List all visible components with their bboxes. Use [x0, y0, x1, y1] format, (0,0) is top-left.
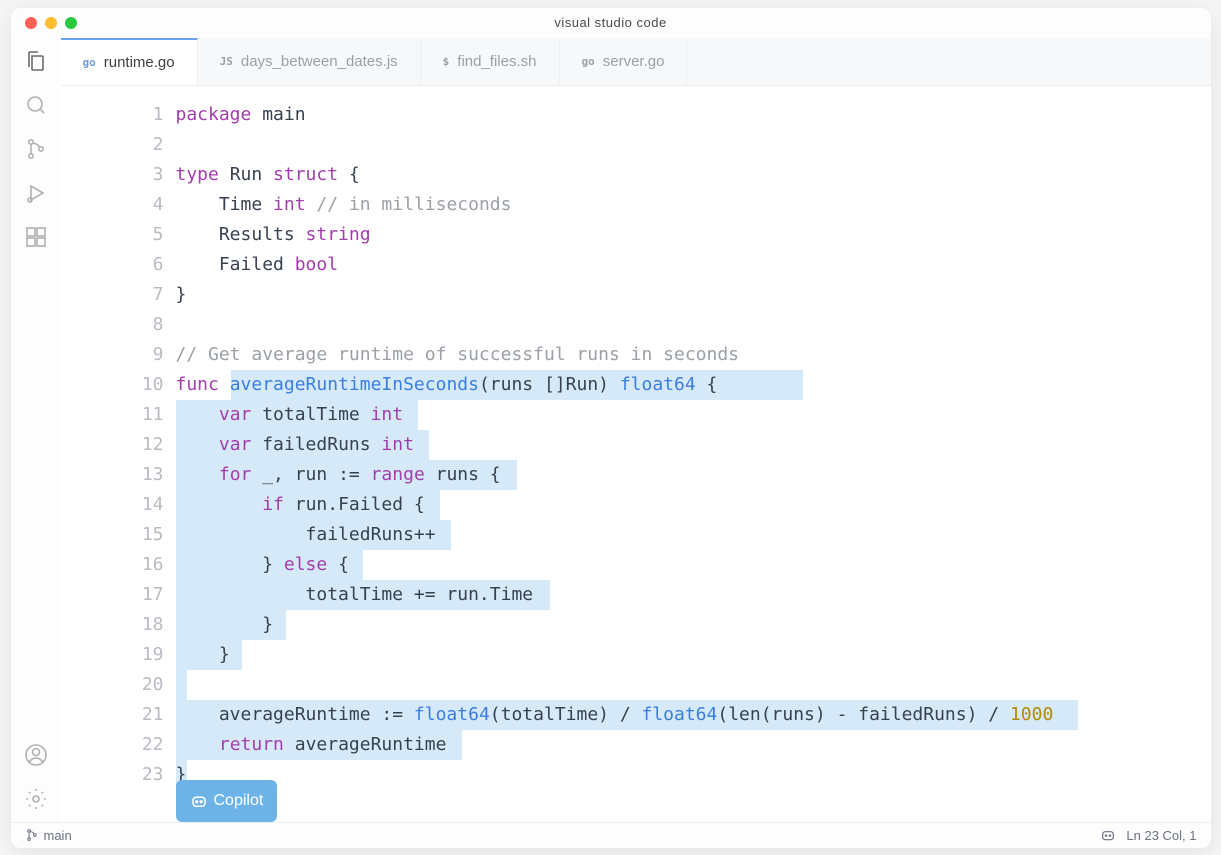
- code-line[interactable]: var failedRuns int: [176, 430, 1211, 460]
- code-line[interactable]: totalTime += run.Time: [176, 580, 1211, 610]
- tab-label: runtime.go: [104, 54, 175, 71]
- line-gutter: 1234567891011121314151617181920212223: [61, 100, 176, 822]
- line-number: 16: [61, 550, 164, 580]
- line-number: 23: [61, 760, 164, 790]
- line-number: 3: [61, 160, 164, 190]
- source-control-icon[interactable]: [23, 136, 49, 162]
- tab-bar: go runtime.go JS days_between_dates.js $ find…: [61, 38, 1211, 86]
- line-number: 14: [61, 490, 164, 520]
- branch-status[interactable]: main: [25, 828, 72, 843]
- code-line[interactable]: }: [176, 280, 1211, 310]
- line-number: 5: [61, 220, 164, 250]
- close-button[interactable]: [25, 17, 37, 29]
- code-line[interactable]: }: [176, 760, 1211, 790]
- copilot-suggestion-chip[interactable]: Copilot: [176, 780, 278, 822]
- tab-server-go[interactable]: go server.go: [560, 38, 688, 85]
- code-line[interactable]: var totalTime int: [176, 400, 1211, 430]
- file-type-icon: $: [443, 55, 450, 68]
- line-number: 17: [61, 580, 164, 610]
- code-line[interactable]: Time int // in milliseconds: [176, 190, 1211, 220]
- activity-bar: [11, 38, 61, 822]
- line-number: 13: [61, 460, 164, 490]
- line-number: 2: [61, 130, 164, 160]
- line-number: 10: [61, 370, 164, 400]
- file-type-icon: go: [83, 56, 96, 69]
- line-number: 18: [61, 610, 164, 640]
- code-line[interactable]: [176, 130, 1211, 160]
- line-number: 12: [61, 430, 164, 460]
- window-title: visual studio code: [554, 15, 666, 30]
- titlebar: visual studio code: [11, 8, 1211, 38]
- code-line[interactable]: [176, 670, 1211, 700]
- line-number: 9: [61, 340, 164, 370]
- copilot-label: Copilot: [214, 786, 264, 816]
- code-line[interactable]: averageRuntime := float64(totalTime) / f…: [176, 700, 1211, 730]
- file-type-icon: JS: [220, 55, 233, 68]
- tab-label: days_between_dates.js: [241, 53, 398, 70]
- code-line[interactable]: } else {: [176, 550, 1211, 580]
- code-line[interactable]: }: [176, 640, 1211, 670]
- explorer-icon[interactable]: [23, 48, 49, 74]
- minimize-button[interactable]: [45, 17, 57, 29]
- code-line[interactable]: package main: [176, 100, 1211, 130]
- code-line[interactable]: if run.Failed {: [176, 490, 1211, 520]
- branch-name: main: [44, 828, 72, 843]
- line-number: 7: [61, 280, 164, 310]
- line-number: 20: [61, 670, 164, 700]
- traffic-lights: [11, 17, 77, 29]
- code-line[interactable]: }: [176, 610, 1211, 640]
- line-number: 22: [61, 730, 164, 760]
- line-number: 19: [61, 640, 164, 670]
- app-window: visual studio code: [11, 8, 1211, 848]
- line-number: 11: [61, 400, 164, 430]
- line-number: 1: [61, 100, 164, 130]
- code-line[interactable]: return averageRuntime: [176, 730, 1211, 760]
- code-line[interactable]: [176, 310, 1211, 340]
- status-bar: main Ln 23 Col, 1: [11, 822, 1211, 848]
- settings-gear-icon[interactable]: [23, 786, 49, 812]
- line-number: 6: [61, 250, 164, 280]
- line-number: 21: [61, 700, 164, 730]
- copilot-status-icon[interactable]: [1100, 827, 1116, 843]
- tab-find_files-sh[interactable]: $ find_files.sh: [421, 38, 560, 85]
- code-line[interactable]: // Get average runtime of successful run…: [176, 340, 1211, 370]
- code-line[interactable]: for _, run := range runs {: [176, 460, 1211, 490]
- tab-days_between_dates-js[interactable]: JS days_between_dates.js: [198, 38, 421, 85]
- editor[interactable]: 1234567891011121314151617181920212223 pa…: [61, 86, 1211, 822]
- fullscreen-button[interactable]: [65, 17, 77, 29]
- line-number: 8: [61, 310, 164, 340]
- run-debug-icon[interactable]: [23, 180, 49, 206]
- tab-runtime-go[interactable]: go runtime.go: [61, 38, 198, 85]
- code-line[interactable]: failedRuns++: [176, 520, 1211, 550]
- tab-label: find_files.sh: [457, 53, 536, 70]
- account-icon[interactable]: [23, 742, 49, 768]
- file-type-icon: go: [582, 55, 595, 68]
- cursor-position[interactable]: Ln 23 Col, 1: [1126, 828, 1196, 843]
- code-line[interactable]: func averageRuntimeInSeconds(runs []Run)…: [176, 370, 1211, 400]
- extensions-icon[interactable]: [23, 224, 49, 250]
- code-area[interactable]: package main type Run struct { Time int /…: [176, 100, 1211, 822]
- code-line[interactable]: Results string: [176, 220, 1211, 250]
- code-line[interactable]: type Run struct {: [176, 160, 1211, 190]
- search-icon[interactable]: [23, 92, 49, 118]
- line-number: 4: [61, 190, 164, 220]
- code-line[interactable]: Failed bool: [176, 250, 1211, 280]
- line-number: 15: [61, 520, 164, 550]
- tab-label: server.go: [603, 53, 665, 70]
- selection-highlight: [176, 670, 187, 700]
